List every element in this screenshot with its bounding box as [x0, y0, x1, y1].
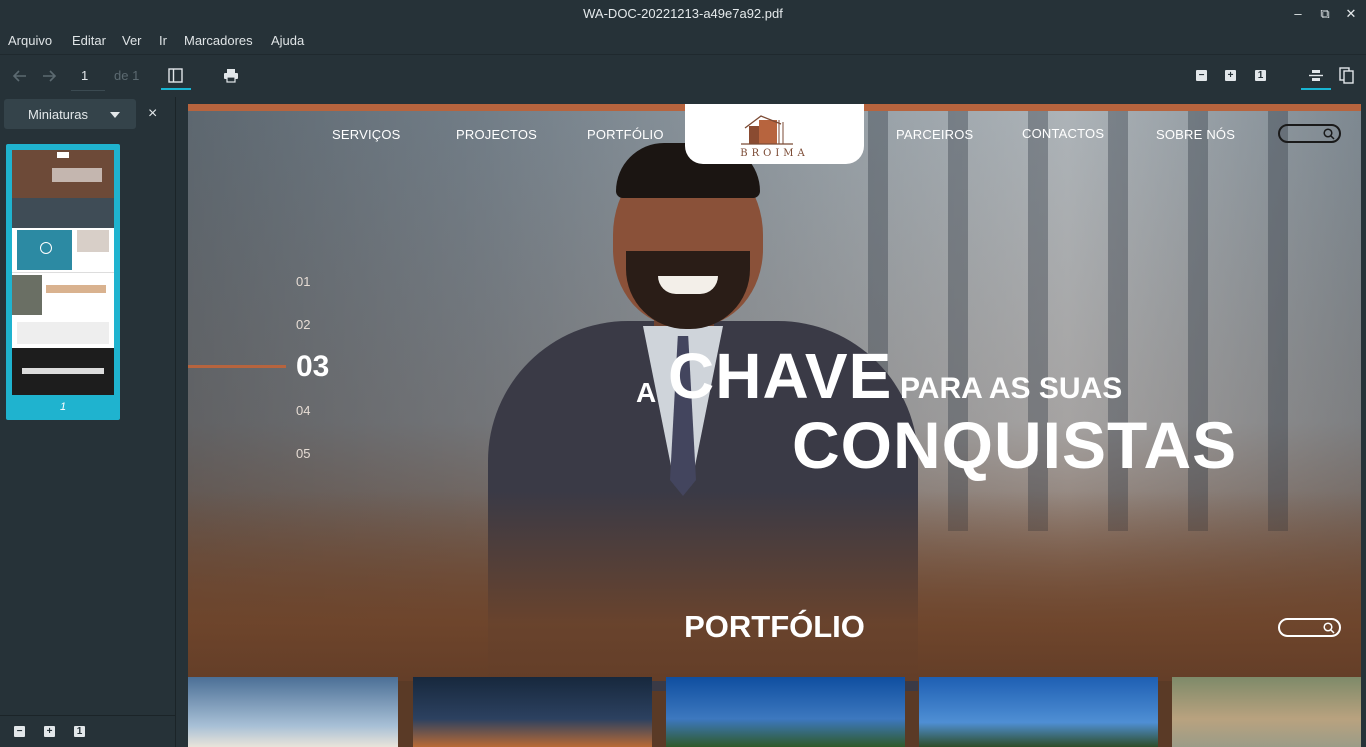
thumb-headline: [52, 168, 102, 182]
toolbar: 1 de 1 − + 1: [0, 54, 1366, 96]
thumb-text: [77, 230, 109, 252]
active-slide-line: [188, 365, 286, 368]
portfolio-image-3[interactable]: [666, 677, 905, 747]
nav-parceiros[interactable]: PARCEIROS: [896, 127, 973, 142]
document-page[interactable]: SERVIÇOS PROJECTOS PORTFÓLIO PARCEIROS C…: [188, 104, 1361, 747]
thumb-portfolio: [12, 198, 114, 228]
nav-projectos[interactable]: PROJECTOS: [456, 127, 537, 142]
sidebar-mode-label: Miniaturas: [28, 107, 88, 122]
window-title: WA-DOC-20221213-a49e7a92.pdf: [583, 6, 783, 21]
menu-bar: Arquivo Editar Ver Ir Marcadores Ajuda: [0, 28, 1366, 54]
play-icon: [40, 242, 52, 254]
slide-indicator-05[interactable]: 05: [296, 446, 310, 461]
close-sidebar-button[interactable]: ×: [148, 105, 157, 123]
sidebar-footer: − + 1: [0, 715, 176, 747]
thumb-zoom-out-icon[interactable]: −: [14, 726, 25, 737]
continuous-active-indicator: [1301, 88, 1331, 90]
portfolio-section-title: PORTFÓLIO: [684, 609, 865, 644]
portfolio-image-5[interactable]: [1172, 677, 1361, 747]
zoom-original-icon[interactable]: 1: [1255, 70, 1266, 81]
nav-servicos[interactable]: SERVIÇOS: [332, 127, 401, 142]
house-logo-icon: [741, 115, 793, 145]
slide-indicator-04[interactable]: 04: [296, 403, 310, 418]
thumb-cards: [17, 322, 109, 344]
thumb-stats-numbers: [22, 368, 104, 374]
search-icon: [1323, 128, 1335, 140]
thumbnail-sidebar: Miniaturas × 1 − + 1: [0, 97, 176, 747]
page-thumbnail-image: [12, 150, 114, 395]
slide-indicator-03[interactable]: 03: [296, 350, 329, 384]
zoom-out-icon[interactable]: −: [1196, 70, 1207, 81]
menu-arquivo[interactable]: Arquivo: [8, 33, 52, 48]
continuous-scroll-icon[interactable]: [1308, 68, 1324, 83]
headline-chave: CHAVE: [668, 340, 893, 412]
headline-a: A: [636, 377, 657, 408]
thumb-logo: [57, 152, 69, 158]
thumbnail-page-number: 1: [59, 401, 67, 413]
minimize-button[interactable]: –: [1290, 6, 1306, 21]
nav-sobre-nos[interactable]: SOBRE NÓS: [1156, 127, 1235, 142]
close-window-button[interactable]: ✕: [1343, 6, 1359, 22]
portfolio-image-4[interactable]: [919, 677, 1158, 747]
building-window-column: [1268, 111, 1288, 531]
menu-editar[interactable]: Editar: [72, 33, 106, 48]
page-input-underline: [71, 90, 105, 91]
arrow-left-icon[interactable]: [12, 68, 28, 84]
headline-para-as-suas: PARA AS SUAS: [900, 372, 1123, 405]
nav-portfolio[interactable]: PORTFÓLIO: [587, 127, 664, 142]
site-search-field[interactable]: [1278, 124, 1341, 143]
arrow-right-icon[interactable]: [41, 68, 57, 84]
thumb-icons-row: [46, 285, 106, 293]
page-count-label: de 1: [114, 68, 140, 83]
slide-indicator-02[interactable]: 02: [296, 317, 310, 332]
search-icon: [1323, 622, 1335, 634]
sidebar-icon[interactable]: [168, 68, 183, 83]
zoom-in-icon[interactable]: +: [1225, 70, 1236, 81]
thumb-zoom-original-icon[interactable]: 1: [74, 726, 85, 737]
sidebar-toggle-active-indicator: [161, 88, 191, 90]
sidebar-mode-dropdown[interactable]: Miniaturas: [4, 99, 136, 129]
hero-shade: [188, 491, 1361, 681]
portfolio-search-field[interactable]: [1278, 618, 1341, 637]
slide-indicator-01[interactable]: 01: [296, 274, 310, 289]
chevron-down-icon: [110, 112, 120, 118]
restore-button[interactable]: ⧉: [1317, 6, 1333, 22]
menu-ir[interactable]: Ir: [159, 33, 167, 48]
printer-icon[interactable]: [223, 68, 239, 83]
page-number-input[interactable]: 1: [81, 68, 88, 83]
portfolio-image-2[interactable]: [413, 677, 652, 747]
thumb-divider: [12, 272, 114, 273]
thumb-zoom-in-icon[interactable]: +: [44, 726, 55, 737]
menu-ajuda[interactable]: Ajuda: [271, 33, 304, 48]
headline-conquistas: CONQUISTAS: [792, 408, 1238, 482]
menu-ver[interactable]: Ver: [122, 33, 142, 48]
title-bar: WA-DOC-20221213-a49e7a92.pdf – ⧉ ✕: [0, 0, 1366, 28]
page-thumbnail[interactable]: 1: [6, 144, 120, 420]
portfolio-image-1[interactable]: [188, 677, 398, 747]
menu-marcadores[interactable]: Marcadores: [184, 33, 253, 48]
thumb-image-block: [12, 275, 42, 315]
site-logo[interactable]: BROIMA: [685, 104, 864, 164]
nav-contactos[interactable]: CONTACTOS: [1022, 126, 1104, 141]
logo-wordmark: BROIMA: [740, 148, 809, 159]
dual-page-icon[interactable]: [1339, 67, 1354, 84]
person-smile: [658, 276, 718, 294]
